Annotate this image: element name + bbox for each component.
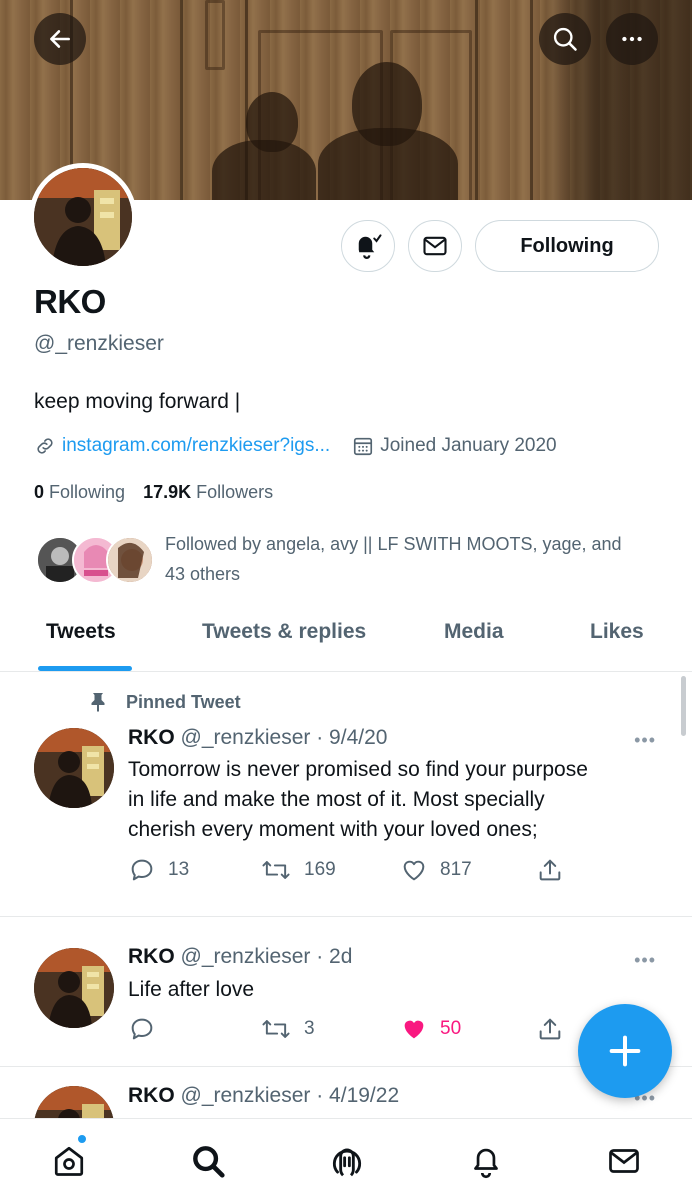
profile-meta: instagram.com/renzkieser?igs... Joined J… (34, 432, 557, 460)
pinned-tweet-label: Pinned Tweet (86, 690, 241, 714)
tab-media[interactable]: Media (444, 620, 504, 644)
avatar[interactable] (34, 728, 114, 808)
avatar (106, 536, 154, 584)
retweet-button[interactable]: 169 (260, 856, 336, 884)
notifications-icon (474, 1148, 498, 1179)
tweet-header: RKO @_renzkieser · 2d (128, 945, 353, 968)
compose-tweet-button[interactable] (578, 1004, 672, 1098)
reply-icon (131, 1018, 153, 1040)
scrollbar[interactable] (681, 676, 686, 736)
mail-icon (423, 236, 447, 256)
joined-date: Joined January 2020 (380, 435, 557, 456)
share-button[interactable] (536, 1015, 564, 1043)
bottom-navigation (0, 1118, 692, 1200)
heart-filled-icon (404, 1020, 424, 1039)
reply-button[interactable] (128, 1015, 156, 1043)
profile-handle: @_renzkieser (34, 332, 164, 355)
share-button[interactable] (536, 856, 564, 884)
share-icon (539, 859, 561, 881)
pin-icon (91, 693, 105, 712)
message-button[interactable] (408, 220, 462, 272)
share-icon (539, 1018, 561, 1040)
follow-counts: 0 Following 17.9K Followers (34, 482, 273, 503)
tweet-more-button[interactable]: ••• (634, 730, 656, 751)
tweet-header: RKO @_renzkieser · 4/19/22 (128, 1084, 400, 1107)
retweet-icon (262, 861, 290, 879)
tab-tweets-and-replies[interactable]: Tweets & replies (202, 620, 366, 644)
tweet-text: Life after love (128, 978, 255, 1001)
like-button[interactable]: 50 (400, 1015, 461, 1043)
profile-tabs: Tweets Tweets & replies Media Likes (0, 608, 692, 672)
active-tab-indicator (38, 666, 132, 671)
nav-messages[interactable] (602, 1139, 646, 1183)
notifications-toggle-button[interactable] (341, 220, 395, 272)
followed-by-avatars[interactable] (36, 536, 156, 586)
retweet-icon (262, 1020, 290, 1038)
calendar-icon (354, 437, 373, 456)
plus-icon (609, 1035, 641, 1067)
bell-check-icon (358, 234, 382, 259)
search-button[interactable] (539, 13, 591, 65)
tweet-text: Tomorrow is never promised so find your … (128, 758, 588, 841)
tab-tweets[interactable]: Tweets (46, 620, 116, 644)
more-options-button[interactable] (606, 13, 658, 65)
profile-link[interactable]: instagram.com/renzkieser?igs... (62, 435, 330, 457)
profile-name: RKO (34, 283, 106, 320)
profile-bio: keep moving forward | (34, 390, 241, 413)
home-icon (54, 1146, 84, 1176)
nav-notifications[interactable] (464, 1139, 508, 1183)
arrow-left-icon (50, 30, 70, 48)
tweet-actions: 3 50 (128, 1015, 568, 1045)
tweet-more-button[interactable]: ••• (634, 950, 656, 971)
retweet-button[interactable]: 3 (260, 1015, 315, 1043)
reply-button[interactable]: 13 (128, 856, 189, 884)
followers-count-link[interactable]: 17.9K Followers (143, 482, 273, 503)
like-button[interactable]: 817 (400, 856, 472, 884)
divider (0, 916, 692, 917)
profile-avatar[interactable] (29, 163, 137, 271)
link-icon (37, 438, 53, 454)
avatar-image (34, 168, 132, 266)
tweet-actions: 13 169 817 (128, 856, 568, 886)
explore-search-icon (193, 1146, 225, 1178)
nav-spaces[interactable] (325, 1139, 369, 1183)
back-button[interactable] (34, 13, 86, 65)
heart-icon (403, 860, 425, 881)
nav-explore[interactable] (186, 1139, 230, 1183)
tab-likes[interactable]: Likes (590, 620, 644, 644)
tweet-header: RKO @_renzkieser · 9/4/20 (128, 726, 388, 749)
nav-home[interactable] (47, 1139, 91, 1183)
home-notification-dot (77, 1134, 87, 1144)
spaces-icon (332, 1148, 362, 1177)
avatar[interactable] (34, 948, 114, 1028)
following-button[interactable]: Following (475, 220, 659, 272)
following-count-link[interactable]: 0 Following (34, 482, 125, 503)
search-icon (553, 27, 577, 51)
messages-icon (609, 1149, 639, 1173)
reply-icon (131, 859, 153, 881)
followed-by-text[interactable]: Followed by angela, avy || LF SWITH MOOT… (165, 529, 665, 589)
more-horizontal-icon (622, 36, 642, 42)
